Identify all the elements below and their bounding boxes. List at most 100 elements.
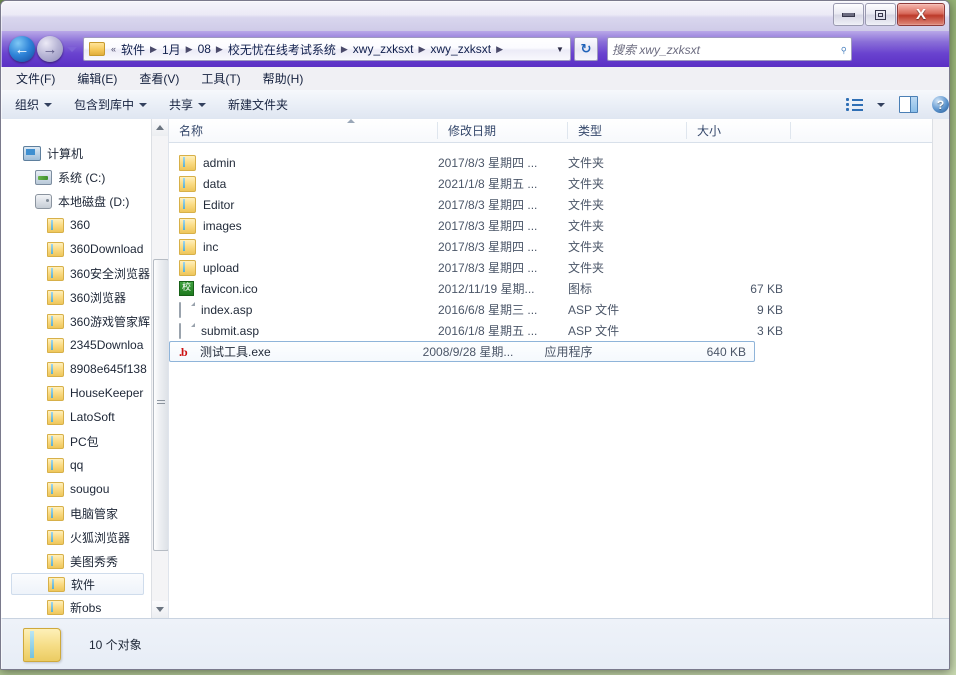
table-row[interactable]: data 2021/1/8 星期五 ... 文件夹 <box>169 173 949 194</box>
organize-button[interactable]: 组织 <box>15 96 53 113</box>
table-row[interactable]: upload 2017/8/3 星期四 ... 文件夹 <box>169 257 949 278</box>
breadcrumb-item-1[interactable]: 1月 <box>160 40 183 59</box>
sidebar-item-computer[interactable]: 计算机 <box>1 141 168 165</box>
scroll-down-icon[interactable] <box>152 601 168 618</box>
menu-edit[interactable]: 编辑(E) <box>74 68 120 89</box>
table-row-selected[interactable]: .b 测试工具.exe 2008/9/28 星期... 应用程序 640 KB <box>169 341 755 362</box>
folder-icon <box>47 505 64 521</box>
recent-locations-icon[interactable] <box>67 46 77 52</box>
table-row[interactable]: 校 favicon.ico 2012/11/19 星期... 图标 67 KB <box>169 278 949 299</box>
column-header-name[interactable]: 名称 <box>169 119 438 142</box>
search-input[interactable]: 搜索 xwy_zxksxt <box>612 41 840 58</box>
folder-icon <box>23 627 61 662</box>
sidebar-item-computer-manager[interactable]: 电脑管家 <box>1 501 168 525</box>
breadcrumb-item-4[interactable]: xwy_zxksxt <box>351 41 416 57</box>
folder-icon <box>47 529 64 545</box>
table-row[interactable]: images 2017/8/3 星期四 ... 文件夹 <box>169 215 949 236</box>
file-name-cell: submit.asp <box>169 322 438 339</box>
sidebar-item-new-obs[interactable]: 新obs <box>1 595 168 618</box>
breadcrumb-root-marker[interactable]: « <box>111 44 116 54</box>
breadcrumb-item-0[interactable]: 软件 <box>119 40 147 59</box>
file-date: 2017/8/3 星期四 ... <box>438 219 538 233</box>
file-date: 2016/6/8 星期三 ... <box>438 303 538 317</box>
refresh-button[interactable]: ↻ <box>574 37 598 61</box>
breadcrumb-item-5[interactable]: xwy_zxksxt <box>428 41 493 57</box>
window-titlebar[interactable]: X <box>1 1 949 32</box>
breadcrumb-separator-icon[interactable]: ▶ <box>496 44 503 55</box>
views-icon[interactable] <box>846 97 863 112</box>
scrollbar-thumb[interactable] <box>153 259 168 551</box>
file-name: inc <box>203 239 219 254</box>
maximize-button[interactable] <box>865 3 896 26</box>
sidebar-item-360download[interactable]: 360Download <box>1 237 168 261</box>
sidebar-item-sougou[interactable]: sougou <box>1 477 168 501</box>
column-header-type[interactable]: 类型 <box>568 119 687 142</box>
sidebar-item-system-c[interactable]: 系统 (C:) <box>1 165 168 189</box>
file-name: admin <box>203 155 236 170</box>
file-date: 2017/8/3 星期四 ... <box>438 261 538 275</box>
back-button[interactable]: ← <box>9 36 35 62</box>
table-row[interactable]: inc 2017/8/3 星期四 ... 文件夹 <box>169 236 949 257</box>
table-row[interactable]: submit.asp 2016/1/8 星期五 ... ASP 文件 3 KB <box>169 320 949 341</box>
file-name-cell: inc <box>169 238 438 255</box>
sidebar-item-360[interactable]: 360 <box>1 213 168 237</box>
folder-icon <box>47 599 64 615</box>
help-icon[interactable]: ? <box>932 96 949 113</box>
menu-file[interactable]: 文件(F) <box>13 68 58 89</box>
column-header-date-modified[interactable]: 修改日期 <box>438 119 568 142</box>
sidebar-item-8908e645f138[interactable]: 8908e645f138 <box>1 357 168 381</box>
sidebar-item-latosoft[interactable]: LatoSoft <box>1 405 168 429</box>
share-label: 共享 <box>169 98 194 112</box>
explorer-content: 计算机 系统 (C:) 本地磁盘 (D:) 360 360Download 36… <box>1 119 949 618</box>
sidebar-item-360-browser[interactable]: 360浏览器 <box>1 285 168 309</box>
sidebar-item-firefox-browser[interactable]: 火狐浏览器 <box>1 525 168 549</box>
menu-tools[interactable]: 工具(T) <box>198 68 243 89</box>
folder-icon <box>47 289 64 305</box>
breadcrumb-separator-icon[interactable]: ▶ <box>216 44 223 55</box>
sidebar-item-label: sougou <box>70 482 110 496</box>
breadcrumb-separator-icon[interactable]: ▶ <box>150 44 157 55</box>
breadcrumb-item-2[interactable]: 08 <box>196 41 213 57</box>
address-dropdown-icon[interactable]: ▼ <box>552 45 568 54</box>
new-folder-button[interactable]: 新建文件夹 <box>228 96 288 113</box>
minimize-button[interactable] <box>833 3 864 26</box>
minimize-icon <box>842 12 855 17</box>
menu-help[interactable]: 帮助(H) <box>260 68 307 89</box>
navigation-pane-scrollbar[interactable] <box>151 119 168 618</box>
scroll-up-icon[interactable] <box>152 119 168 136</box>
include-in-library-label: 包含到库中 <box>74 98 135 112</box>
sidebar-item-software[interactable]: 软件 <box>11 573 144 595</box>
sort-ascending-icon <box>347 119 355 123</box>
sidebar-item-local-disk-d[interactable]: 本地磁盘 (D:) <box>1 189 168 213</box>
share-button[interactable]: 共享 <box>169 96 207 113</box>
breadcrumb-item-3[interactable]: 校无忧在线考试系统 <box>226 40 338 59</box>
sidebar-item-360-safe-browser[interactable]: 360安全浏览器 <box>1 261 168 285</box>
document-icon <box>179 322 194 339</box>
include-in-library-button[interactable]: 包含到库中 <box>74 96 148 113</box>
column-header-size[interactable]: 大小 <box>687 119 791 142</box>
menu-view[interactable]: 查看(V) <box>136 68 182 89</box>
breadcrumb-separator-icon[interactable]: ▶ <box>341 44 348 55</box>
search-box[interactable]: 搜索 xwy_zxksxt ⌕ <box>607 37 852 61</box>
sidebar-item-housekeeper[interactable]: HouseKeeper <box>1 381 168 405</box>
folder-icon <box>179 196 196 213</box>
forward-button[interactable]: → <box>37 36 63 62</box>
table-row[interactable]: index.asp 2016/6/8 星期三 ... ASP 文件 9 KB <box>169 299 949 320</box>
close-button[interactable]: X <box>897 3 945 26</box>
file-list-scrollbar[interactable] <box>932 119 949 618</box>
sidebar-item-pc-package[interactable]: PC包 <box>1 429 168 453</box>
file-date: 2017/8/3 星期四 ... <box>438 198 538 212</box>
sidebar-item-qq[interactable]: qq <box>1 453 168 477</box>
chevron-down-icon[interactable] <box>877 102 885 107</box>
table-row[interactable]: Editor 2017/8/3 星期四 ... 文件夹 <box>169 194 949 215</box>
breadcrumb-separator-icon[interactable]: ▶ <box>418 44 425 55</box>
sidebar-item-360-game-manager[interactable]: 360游戏管家辉 <box>1 309 168 333</box>
sidebar-item-meitu[interactable]: 美图秀秀 <box>1 549 168 573</box>
preview-pane-icon[interactable] <box>899 96 918 113</box>
file-type: 文件夹 <box>568 177 605 191</box>
file-type: 文件夹 <box>568 261 605 275</box>
breadcrumb-separator-icon[interactable]: ▶ <box>186 44 193 55</box>
table-row[interactable]: admin 2017/8/3 星期四 ... 文件夹 <box>169 152 949 173</box>
sidebar-item-2345download[interactable]: 2345Downloa <box>1 333 168 357</box>
address-breadcrumb-bar[interactable]: « 软件 ▶ 1月 ▶ 08 ▶ 校无忧在线考试系统 ▶ xwy_zxksxt … <box>83 37 571 61</box>
